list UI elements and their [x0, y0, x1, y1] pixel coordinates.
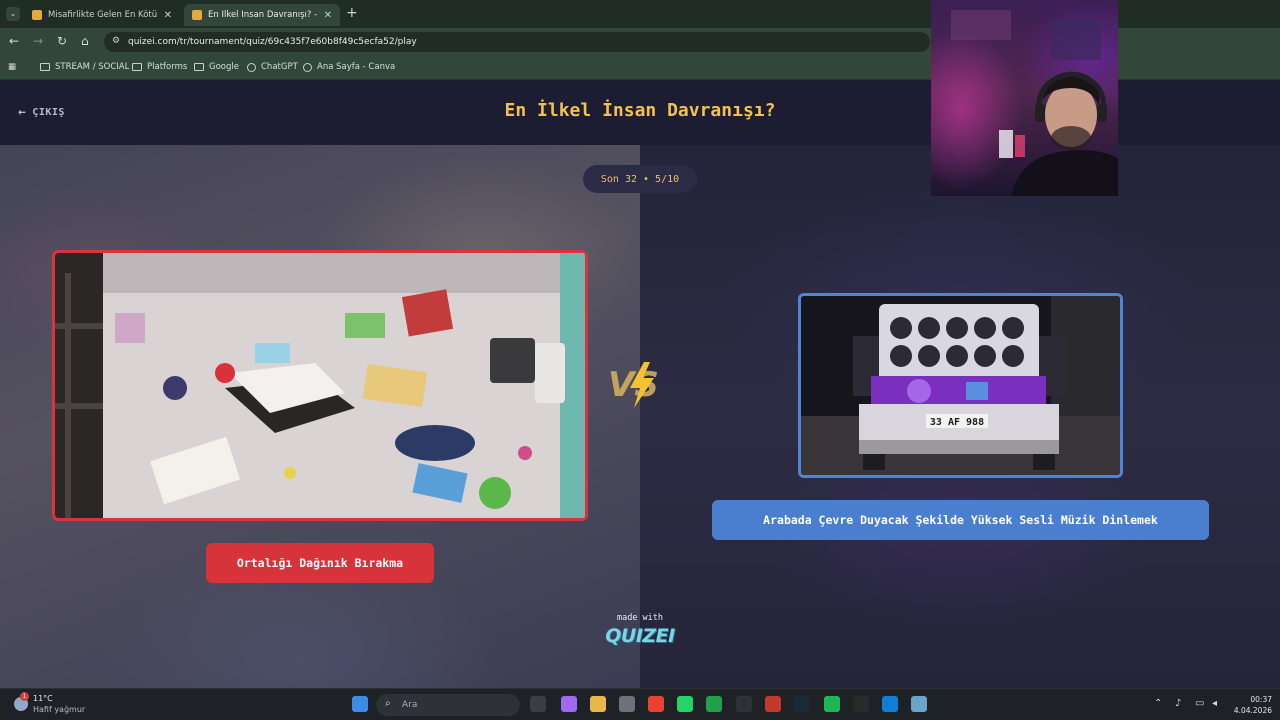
bookmark-label: Platforms	[147, 62, 188, 72]
spotify-icon[interactable]	[824, 696, 840, 712]
search-icon: ⌕	[385, 698, 391, 709]
steam-icon[interactable]	[794, 696, 810, 712]
network-icon[interactable]: ▭	[1195, 698, 1204, 709]
weather-description[interactable]: Hafif yağmur	[33, 705, 85, 714]
close-icon[interactable]: ✕	[164, 10, 172, 21]
browser-tab-1[interactable]: Misafirlikte Gelen En Kötü İkram ✕	[24, 4, 180, 26]
chrome-icon[interactable]	[648, 696, 664, 712]
folder-icon	[40, 63, 50, 71]
notification-badge: 1	[20, 692, 29, 701]
right-choice-image[interactable]: 33 AF 988	[798, 293, 1123, 478]
tab-favicon-icon	[192, 10, 202, 20]
bookmark-label: Ana Sayfa - Canva	[317, 62, 396, 72]
volume-icon[interactable]: ◂	[1212, 698, 1217, 709]
reload-icon[interactable]: ↻	[57, 34, 67, 48]
site-info-icon[interactable]: ⚙	[112, 36, 120, 46]
close-icon[interactable]: ✕	[324, 10, 332, 21]
chevron-up-icon[interactable]: ⌃	[1154, 698, 1162, 709]
round-progress-badge: Son 32 • 5/10	[583, 165, 697, 193]
quizei-logo[interactable]: QUIZEI	[590, 625, 690, 647]
back-icon[interactable]: ←	[9, 34, 19, 48]
license-plate-text: 33 AF 988	[930, 417, 984, 428]
canva-icon	[303, 62, 312, 72]
address-bar[interactable]: ⚙ quizei.com/tr/tournament/quiz/69c435f7…	[104, 32, 930, 52]
made-with-label: made with	[616, 613, 664, 623]
taskbar: 1 11°C Hafif yağmur ⌕ Ara ⌃ ♪ ▭ ◂ 00:37 …	[0, 688, 1280, 720]
bookmark-chatgpt[interactable]: ChatGPT	[247, 62, 298, 72]
whatsapp-icon[interactable]	[677, 696, 693, 712]
tab-label: En İlkel İnsan Davranışı? - Tier Li	[208, 10, 320, 20]
obs-icon[interactable]	[736, 696, 752, 712]
file-explorer-icon[interactable]	[590, 696, 606, 712]
left-choice-image[interactable]	[52, 250, 588, 521]
microphone-icon[interactable]: ♪	[1175, 698, 1181, 709]
bookmark-stream-social[interactable]: STREAM / SOCIAL	[40, 62, 129, 72]
new-tab-button[interactable]: +	[346, 5, 358, 21]
task-view-icon[interactable]	[530, 696, 546, 712]
url-text: quizei.com/tr/tournament/quiz/69c435f7e6…	[128, 37, 417, 47]
bookmark-label: ChatGPT	[261, 62, 298, 72]
bookmark-canva[interactable]: Ana Sayfa - Canva	[303, 62, 395, 72]
edge-icon[interactable]	[882, 696, 898, 712]
folder-icon	[194, 63, 204, 71]
right-choice-button[interactable]: Arabada Çevre Duyacak Şekilde Yüksek Ses…	[712, 500, 1209, 540]
forward-icon[interactable]: →	[33, 34, 43, 48]
app-icon[interactable]	[765, 696, 781, 712]
bookmark-platforms[interactable]: Platforms	[132, 62, 187, 72]
messy-room-image	[55, 253, 585, 518]
bookmark-label: STREAM / SOCIAL	[55, 62, 130, 72]
settings-icon[interactable]	[619, 696, 635, 712]
apps-icon[interactable]: ▦	[8, 62, 16, 72]
webcam-overlay	[931, 0, 1118, 196]
versus-lightning-icon: VS	[608, 362, 659, 408]
windows-start-icon[interactable]	[352, 696, 368, 712]
search-placeholder: Ara	[402, 700, 418, 710]
bookmark-google[interactable]: Google	[194, 62, 239, 72]
weather-temperature[interactable]: 11°C	[33, 694, 53, 703]
browser-tab-2[interactable]: En İlkel İnsan Davranışı? - Tier Li ✕	[184, 4, 340, 26]
left-choice-button[interactable]: Ortalığı Dağınık Bırakma	[206, 543, 434, 583]
remote-desktop-icon[interactable]	[911, 696, 927, 712]
tab-label: Misafirlikte Gelen En Kötü İkram	[48, 10, 160, 20]
chatgpt-icon	[247, 62, 256, 72]
photos-icon[interactable]	[706, 696, 722, 712]
copilot-icon[interactable]	[561, 696, 577, 712]
car-speakers-image: 33 AF 988	[801, 296, 1120, 475]
clock-date: 4.04.2026	[1233, 706, 1272, 715]
system-clock[interactable]: 00:37 4.04.2026	[1228, 694, 1272, 716]
streamer-camera-image	[951, 10, 1118, 196]
folder-icon	[132, 63, 142, 71]
taskbar-search[interactable]: ⌕ Ara	[376, 694, 520, 716]
bookmark-label: Google	[209, 62, 239, 72]
clock-time: 00:37	[1250, 695, 1272, 704]
epic-games-icon[interactable]	[853, 696, 869, 712]
tab-favicon-icon	[32, 10, 42, 20]
home-icon[interactable]: ⌂	[81, 34, 89, 48]
tab-search-button[interactable]: ⌄	[6, 7, 20, 21]
